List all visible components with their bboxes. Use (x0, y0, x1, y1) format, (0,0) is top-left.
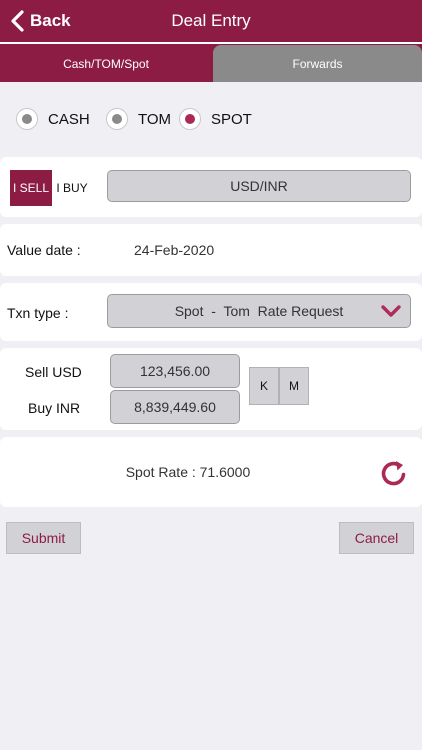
radio-dot (106, 108, 128, 130)
value-date-card: Value date : 24-Feb-2020 (0, 224, 422, 276)
txn-type-label: Txn type : (7, 305, 69, 321)
amount-multiplier: K M (249, 367, 309, 405)
txn-type-value: Spot - Tom Rate Request (174, 303, 344, 319)
m-button[interactable]: M (279, 367, 309, 405)
radio-spot[interactable]: SPOT (179, 108, 252, 130)
deal-direction-card: I SELL I BUY USD/INR (0, 157, 422, 217)
txn-type-select[interactable]: Spot - Tom Rate Request (107, 294, 411, 328)
nav-bar: Back Deal Entry (0, 0, 422, 42)
rate-card: Spot Rate : 71.6000 (0, 437, 422, 507)
sell-toggle-button[interactable]: I SELL (10, 170, 52, 206)
value-date-value: 24-Feb-2020 (134, 242, 215, 258)
settlement-options: CASH TOM SPOT (0, 104, 422, 138)
k-button[interactable]: K (249, 367, 279, 405)
radio-dot (16, 108, 38, 130)
sell-amount-label: Sell USD (25, 364, 82, 380)
txn-type-card: Txn type : Spot - Tom Rate Request (0, 283, 422, 341)
buy-amount-input[interactable]: 8,839,449.60 (110, 390, 240, 424)
sell-buy-toggle: I SELL I BUY (10, 170, 92, 206)
chevron-down-icon (381, 305, 401, 317)
refresh-icon[interactable] (379, 458, 409, 488)
buy-amount-label: Buy INR (28, 400, 81, 416)
tab-forwards[interactable]: Forwards (213, 45, 422, 82)
submit-button[interactable]: Submit (6, 522, 81, 554)
tab-bar: Cash/TOM/Spot Forwards (0, 42, 422, 82)
buy-toggle-button[interactable]: I BUY (52, 170, 92, 206)
radio-label: SPOT (211, 110, 252, 128)
radio-dot-selected (179, 108, 201, 130)
radio-label: CASH (48, 110, 90, 128)
radio-label: TOM (138, 110, 172, 128)
tab-cash-tom-spot[interactable]: Cash/TOM/Spot (0, 46, 212, 82)
cancel-button[interactable]: Cancel (339, 522, 414, 554)
sell-amount-input[interactable]: 123,456.00 (110, 354, 240, 388)
page-title: Deal Entry (171, 11, 251, 30)
value-date-label: Value date : (7, 242, 81, 258)
radio-cash[interactable]: CASH (16, 108, 90, 130)
spot-rate-text: Spot Rate : 71.6000 (125, 464, 251, 480)
amounts-card: Sell USD 123,456.00 Buy INR 8,839,449.60… (0, 348, 422, 430)
currency-pair-field[interactable]: USD/INR (107, 170, 411, 202)
radio-tom[interactable]: TOM (106, 108, 171, 130)
